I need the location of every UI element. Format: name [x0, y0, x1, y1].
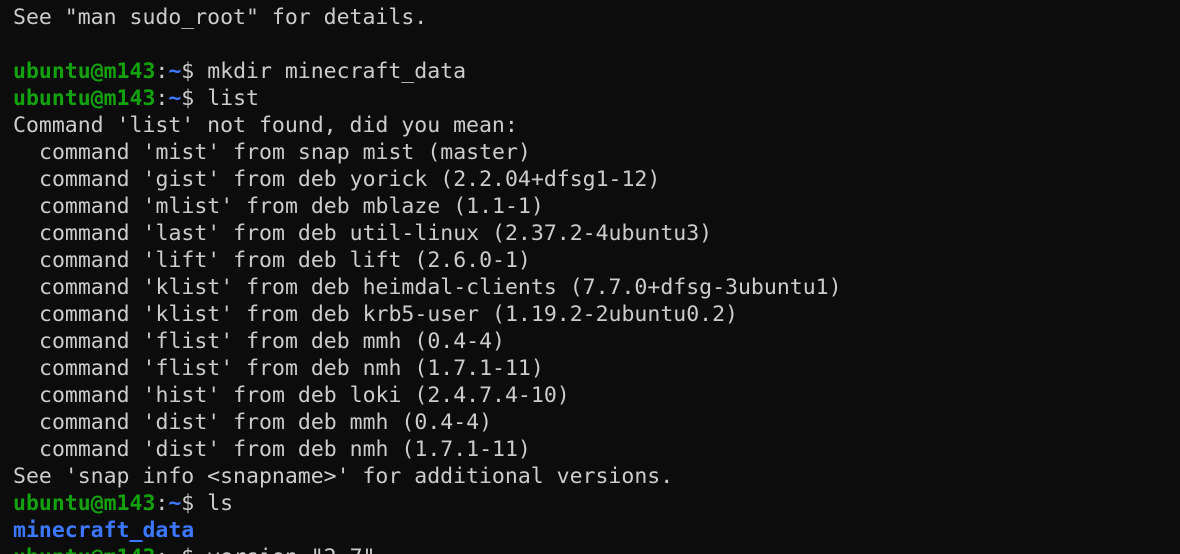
prompt-path: ~ — [168, 59, 182, 84]
prompt-symbol: $ — [181, 491, 208, 516]
prompt-path: ~ — [168, 86, 182, 111]
directory-listing-item: minecraft_data — [13, 518, 195, 543]
prompt-separator: : — [155, 59, 169, 84]
prompt-user-host: ubuntu@m143 — [13, 59, 156, 84]
prompt-symbol: $ — [181, 545, 207, 554]
prompt-separator: : — [155, 491, 169, 516]
command-suggestions-list: command 'mist' from snap mist (master) c… — [13, 139, 1180, 463]
suggestion-line: command 'dist' from deb mmh (0.4-4) — [39, 410, 493, 435]
command-text: mkdir minecraft_data — [207, 59, 467, 84]
prompt-user-host: ubuntu@m143 — [13, 491, 156, 516]
prompt-symbol: $ — [181, 86, 208, 111]
terminal-output-line: See "man sudo_root" for details. — [13, 5, 428, 30]
suggestion-line: command 'gist' from deb yorick (2.2.04+d… — [39, 167, 661, 192]
command-text: list — [207, 86, 259, 111]
prompt-line: ubuntu@m143:~$ ls — [13, 490, 1180, 517]
command-text: version "2.7" — [207, 545, 375, 554]
suggestion-line: command 'klist' from deb heimdal-clients… — [39, 275, 842, 300]
terminal-output-line: Command 'list' not found, did you mean: — [13, 113, 518, 138]
prompt-line: ubuntu@m143:~$ version "2.7" — [13, 544, 1180, 554]
terminal-window[interactable]: See "man sudo_root" for details. ubuntu@… — [0, 0, 1180, 554]
suggestion-line: command 'mlist' from deb mblaze (1.1-1) — [39, 194, 544, 219]
prompt-user-host: ubuntu@m143 — [13, 86, 156, 111]
prompt-separator: : — [155, 86, 169, 111]
command-text: ls — [207, 491, 234, 516]
suggestion-line: command 'hist' from deb loki (2.4.7.4-10… — [39, 383, 570, 408]
suggestion-line: command 'flist' from deb mmh (0.4-4) — [39, 329, 505, 354]
terminal-output-line: See 'snap info <snapname>' for additiona… — [13, 464, 674, 489]
prompt-symbol: $ — [181, 59, 208, 84]
prompt-path: ~ — [168, 491, 182, 516]
prompt-path: ~ — [168, 545, 181, 554]
prompt-separator: : — [155, 545, 168, 554]
suggestion-line: command 'lift' from deb lift (2.6.0-1) — [39, 248, 531, 273]
suggestion-line: command 'mist' from snap mist (master) — [39, 140, 531, 165]
prompt-line: ubuntu@m143:~$ mkdir minecraft_data — [13, 58, 1180, 85]
prompt-line: ubuntu@m143:~$ list — [13, 85, 1180, 112]
suggestion-line: command 'flist' from deb nmh (1.7.1-11) — [39, 356, 544, 381]
prompt-user-host: ubuntu@m143 — [13, 545, 155, 554]
suggestion-line: command 'dist' from deb nmh (1.7.1-11) — [39, 437, 531, 462]
suggestion-line: command 'last' from deb util-linux (2.37… — [39, 221, 713, 246]
suggestion-line: command 'klist' from deb krb5-user (1.19… — [39, 302, 738, 327]
